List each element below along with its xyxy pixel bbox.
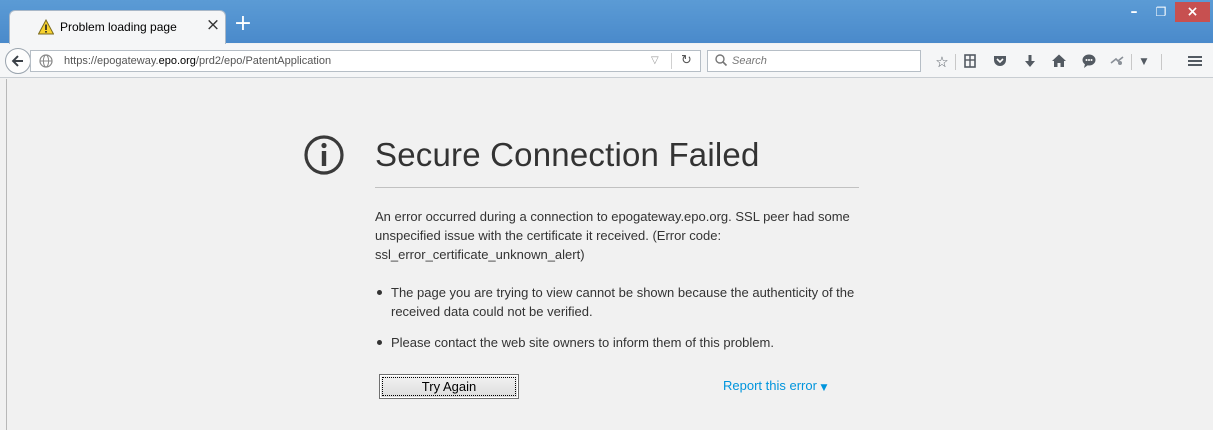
error-description: An error occurred during a connection to… [375, 209, 850, 262]
tab-problem-loading[interactable]: Problem loading page × [9, 10, 226, 44]
close-window-button[interactable]: × [1175, 2, 1210, 22]
bookmark-star-icon[interactable]: ☆ [933, 53, 951, 71]
navigation-bar: https://epogateway.epo.org/prd2/epo/Pate… [0, 44, 1213, 78]
menu-icon[interactable] [1186, 53, 1204, 71]
url-domain: epo.org [158, 55, 196, 67]
toolbar-separator [1161, 54, 1162, 70]
url-bar[interactable]: https://epogateway.epo.org/prd2/epo/Pate… [30, 50, 701, 72]
list-item: Please contact the web site owners to in… [375, 333, 865, 352]
info-icon [304, 135, 344, 175]
maximize-button[interactable]: ❐ [1148, 2, 1174, 22]
pocket-icon[interactable] [991, 53, 1009, 71]
extension-icon[interactable] [1108, 53, 1126, 71]
download-icon[interactable] [1021, 53, 1039, 71]
chevron-down-icon: ▼ [820, 383, 828, 393]
title-divider [375, 187, 859, 188]
error-suggestions: The page you are trying to view cannot b… [375, 283, 865, 364]
report-error-link[interactable]: Report this error ▼ [723, 378, 827, 393]
back-button[interactable] [5, 48, 31, 74]
window-left-border [0, 79, 7, 430]
search-bar[interactable]: Search [707, 50, 921, 72]
new-tab-button[interactable]: + [232, 13, 254, 36]
tab-title: Problem loading page [60, 20, 177, 34]
error-page: Secure Connection Failed An error occurr… [7, 79, 1213, 430]
back-arrow-icon [11, 55, 23, 67]
warning-icon [38, 19, 54, 35]
tab-close-icon[interactable]: × [204, 16, 222, 34]
search-placeholder: Search [732, 55, 767, 67]
report-error-label: Report this error [723, 378, 817, 393]
chat-icon[interactable] [1080, 53, 1098, 71]
minimize-button[interactable]: – [1121, 2, 1147, 22]
page-title: Secure Connection Failed [375, 136, 760, 173]
url-path: /prd2/epo/PatentApplication [195, 55, 332, 67]
globe-icon [39, 54, 53, 68]
reading-list-icon[interactable] [961, 53, 979, 71]
overflow-dropdown-icon[interactable]: ▼ [1135, 53, 1153, 71]
toolbar-separator [1131, 54, 1132, 70]
toolbar-separator [955, 54, 956, 70]
reload-icon[interactable]: ↻ [681, 53, 692, 68]
url-separator [671, 53, 672, 69]
list-item: The page you are trying to view cannot b… [375, 283, 865, 321]
try-again-button[interactable]: Try Again [379, 374, 519, 399]
url-prefix: https://epogateway. [64, 55, 159, 67]
search-icon [715, 54, 728, 67]
url-text: https://epogateway.epo.org/prd2/epo/Pate… [64, 55, 331, 67]
title-bar: Problem loading page × + – ❐ × [0, 0, 1213, 44]
history-dropdown-icon[interactable]: ▽ [651, 55, 659, 66]
home-icon[interactable] [1050, 53, 1068, 71]
